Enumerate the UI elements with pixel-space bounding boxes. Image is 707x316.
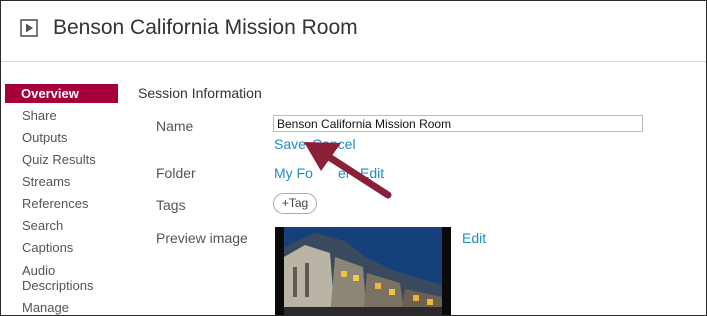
add-tag-button[interactable]: +Tag [273, 193, 317, 214]
page-header: Benson California Mission Room [1, 1, 706, 62]
sidebar-item-descriptions[interactable]: Descriptions [22, 278, 94, 293]
sidebar-item-share[interactable]: Share [22, 108, 57, 123]
section-title: Session Information [138, 85, 262, 101]
sidebar-item-overview[interactable]: Overview [5, 84, 118, 103]
cancel-link[interactable]: Cancel [312, 136, 356, 152]
name-field[interactable] [273, 115, 643, 132]
preview-image [275, 227, 451, 315]
preview-image-label: Preview image [156, 230, 248, 246]
sidebar-item-quiz-results[interactable]: Quiz Results [22, 152, 96, 167]
sidebar-item-audio[interactable]: Audio [22, 263, 55, 278]
sidebar-item-outputs[interactable]: Outputs [22, 130, 68, 145]
page-title: Benson California Mission Room [53, 16, 358, 39]
folder-label: Folder [156, 165, 196, 181]
sidebar-item-captions[interactable]: Captions [22, 240, 73, 255]
preview-edit-link[interactable]: Edit [462, 230, 486, 246]
folder-link-tail[interactable]: er [338, 165, 350, 181]
tags-label: Tags [156, 197, 186, 213]
save-link[interactable]: Save [274, 136, 306, 152]
sidebar-item-streams[interactable]: Streams [22, 174, 70, 189]
play-icon [20, 19, 38, 37]
sidebar-item-manage[interactable]: Manage [22, 300, 69, 315]
folder-edit-link[interactable]: Edit [360, 165, 384, 181]
folder-link-text: My Fo [274, 165, 313, 181]
folder-link[interactable]: My Fo [274, 165, 313, 181]
app-window: Benson California Mission Room Overview … [0, 0, 707, 316]
sidebar-item-search[interactable]: Search [22, 218, 63, 233]
sidebar-item-references[interactable]: References [22, 196, 88, 211]
name-label: Name [156, 118, 194, 134]
